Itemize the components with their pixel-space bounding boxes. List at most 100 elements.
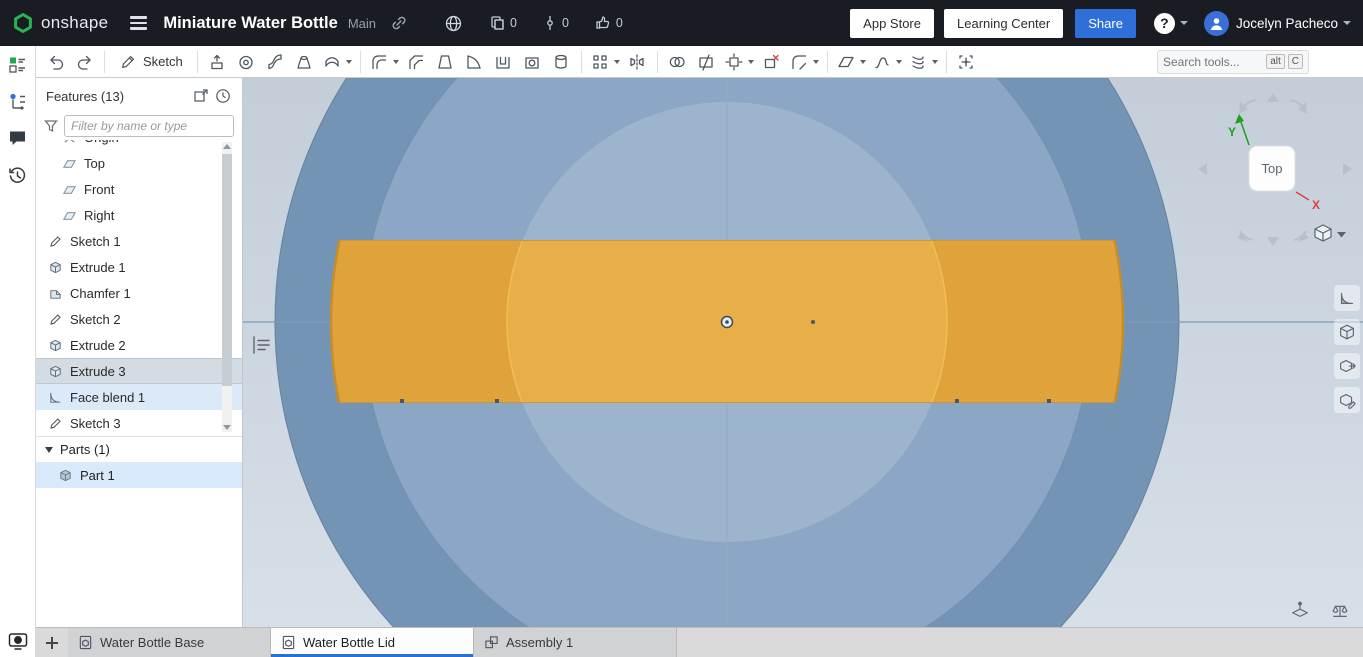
boss-button[interactable]: [548, 48, 575, 75]
extrude-icon: [50, 339, 61, 351]
viewcube-arrow-down-icon[interactable]: [1267, 237, 1279, 246]
plane-button[interactable]: [834, 48, 868, 75]
help-button[interactable]: ?: [1153, 12, 1175, 34]
share-button[interactable]: Share: [1075, 8, 1136, 38]
feature-row-chamfer1[interactable]: Chamfer 1: [36, 280, 242, 306]
helix-button[interactable]: [906, 48, 940, 75]
feature-row-extrude1[interactable]: Extrude 1: [36, 254, 242, 280]
app-store-button[interactable]: App Store: [850, 8, 934, 38]
shell-button[interactable]: [490, 48, 517, 75]
tab-water-bottle-lid[interactable]: Water Bottle Lid: [271, 628, 474, 657]
history-panel-icon[interactable]: [6, 163, 30, 187]
search-tools-input[interactable]: [1163, 54, 1264, 69]
linear-pattern-button[interactable]: [588, 48, 622, 75]
workspace-name[interactable]: Main: [348, 16, 376, 31]
screen-capture-icon[interactable]: [6, 629, 30, 653]
feature-tree-scrollbar[interactable]: [222, 142, 232, 432]
curve-button[interactable]: [870, 48, 904, 75]
annotation-plane-icon[interactable]: [1287, 597, 1313, 623]
redo-button[interactable]: [71, 48, 98, 75]
mate-connector-button[interactable]: [953, 48, 980, 75]
part-row-part1[interactable]: Part 1: [36, 462, 242, 488]
viewcube-arrow-right-icon[interactable]: [1343, 163, 1352, 175]
scroll-down-icon[interactable]: [223, 425, 231, 430]
feature-row-extrude2[interactable]: Extrude 2: [36, 332, 242, 358]
modify-fillet-button[interactable]: [787, 48, 821, 75]
revolve-button[interactable]: [233, 48, 260, 75]
chevron-down-icon: [747, 59, 754, 64]
feature-row-face-blend1[interactable]: Face blend 1: [36, 384, 242, 410]
origin-marker[interactable]: [720, 315, 734, 329]
chamfer-button[interactable]: [403, 48, 430, 75]
feature-row-sketch3[interactable]: Sketch 3: [36, 410, 242, 436]
extrude-button[interactable]: [204, 48, 231, 75]
comments-panel-icon[interactable]: [6, 126, 30, 150]
main-menu-icon[interactable]: [130, 16, 148, 30]
sweep-button[interactable]: [262, 48, 289, 75]
view-cube[interactable]: Y X Top: [1190, 85, 1360, 255]
draft-button[interactable]: [432, 48, 459, 75]
feature-row-sketch1[interactable]: Sketch 1: [36, 228, 242, 254]
part-icon: [60, 469, 71, 481]
export-view-icon[interactable]: [1334, 353, 1360, 379]
link-icon[interactable]: [390, 14, 408, 32]
loft-button[interactable]: [291, 48, 318, 75]
display-states-icon[interactable]: [1334, 319, 1360, 345]
learning-center-button[interactable]: Learning Center: [944, 8, 1064, 38]
mirror-button[interactable]: [624, 48, 651, 75]
globe-icon[interactable]: [444, 14, 463, 33]
follows-count: 0: [615, 16, 623, 30]
feature-filter-input[interactable]: [64, 115, 234, 137]
fillet-button[interactable]: [367, 48, 401, 75]
view-options-menu[interactable]: [1314, 224, 1346, 242]
transform-button[interactable]: [722, 48, 756, 75]
sketch-icon: [50, 313, 61, 325]
assembly-icon: [485, 636, 498, 649]
measure-units-icon[interactable]: [1327, 597, 1353, 623]
delete-part-button[interactable]: [758, 48, 785, 75]
follow-counter[interactable]: 0: [595, 15, 623, 31]
sketch-button[interactable]: Sketch: [111, 48, 191, 75]
feature-row-top-plane[interactable]: Top: [36, 150, 242, 176]
feature-row-extrude3[interactable]: Extrude 3: [36, 358, 242, 384]
viewcube-arrow-left-icon[interactable]: [1198, 163, 1207, 175]
user-menu-caret-icon[interactable]: [1343, 21, 1351, 25]
surface-blend-tool-icon[interactable]: [1334, 285, 1360, 311]
add-tab-button[interactable]: [36, 628, 68, 657]
feature-list-panel-icon[interactable]: [6, 52, 30, 76]
tab-assembly-1[interactable]: Assembly 1: [474, 628, 677, 657]
undo-button[interactable]: [42, 48, 69, 75]
chevron-down-icon: [812, 59, 819, 64]
user-avatar[interactable]: [1203, 10, 1229, 36]
insert-folder-icon[interactable]: [190, 85, 212, 107]
viewcube-top-face[interactable]: Top: [1248, 145, 1296, 192]
parts-section-header[interactable]: Parts (1): [36, 436, 242, 462]
graphics-viewport[interactable]: Y X Top: [243, 78, 1363, 627]
feature-dialog-anchor-icon[interactable]: [248, 333, 274, 359]
extrude-icon: [50, 261, 61, 273]
part-label: Part 1: [80, 467, 115, 483]
feature-row-front-plane[interactable]: Front: [36, 176, 242, 202]
feature-row-sketch2[interactable]: Sketch 2: [36, 306, 242, 332]
edit-appearance-icon[interactable]: [1334, 387, 1360, 413]
rollback-history-icon[interactable]: [212, 85, 234, 107]
split-button[interactable]: [693, 48, 720, 75]
history-counter[interactable]: 0: [543, 15, 569, 31]
tab-water-bottle-base[interactable]: Water Bottle Base: [68, 628, 271, 657]
rib-button[interactable]: [461, 48, 488, 75]
thicken-button[interactable]: [320, 48, 354, 75]
scrollbar-thumb[interactable]: [222, 154, 232, 386]
feature-row-origin[interactable]: Origin: [36, 140, 242, 150]
viewcube-arrow-up-icon[interactable]: [1267, 93, 1279, 102]
boolean-button[interactable]: [664, 48, 691, 75]
feature-row-right-plane[interactable]: Right: [36, 202, 242, 228]
toolbar-divider: [656, 50, 658, 73]
toolbar-divider: [580, 50, 582, 73]
configurations-panel-icon[interactable]: [6, 89, 30, 113]
chevron-down-icon: [859, 59, 866, 64]
search-tools-box[interactable]: alt C: [1157, 49, 1309, 74]
hole-button[interactable]: [519, 48, 546, 75]
versions-counter[interactable]: 0: [489, 15, 517, 31]
versions-icon: [491, 16, 504, 30]
scroll-up-icon[interactable]: [223, 144, 231, 149]
